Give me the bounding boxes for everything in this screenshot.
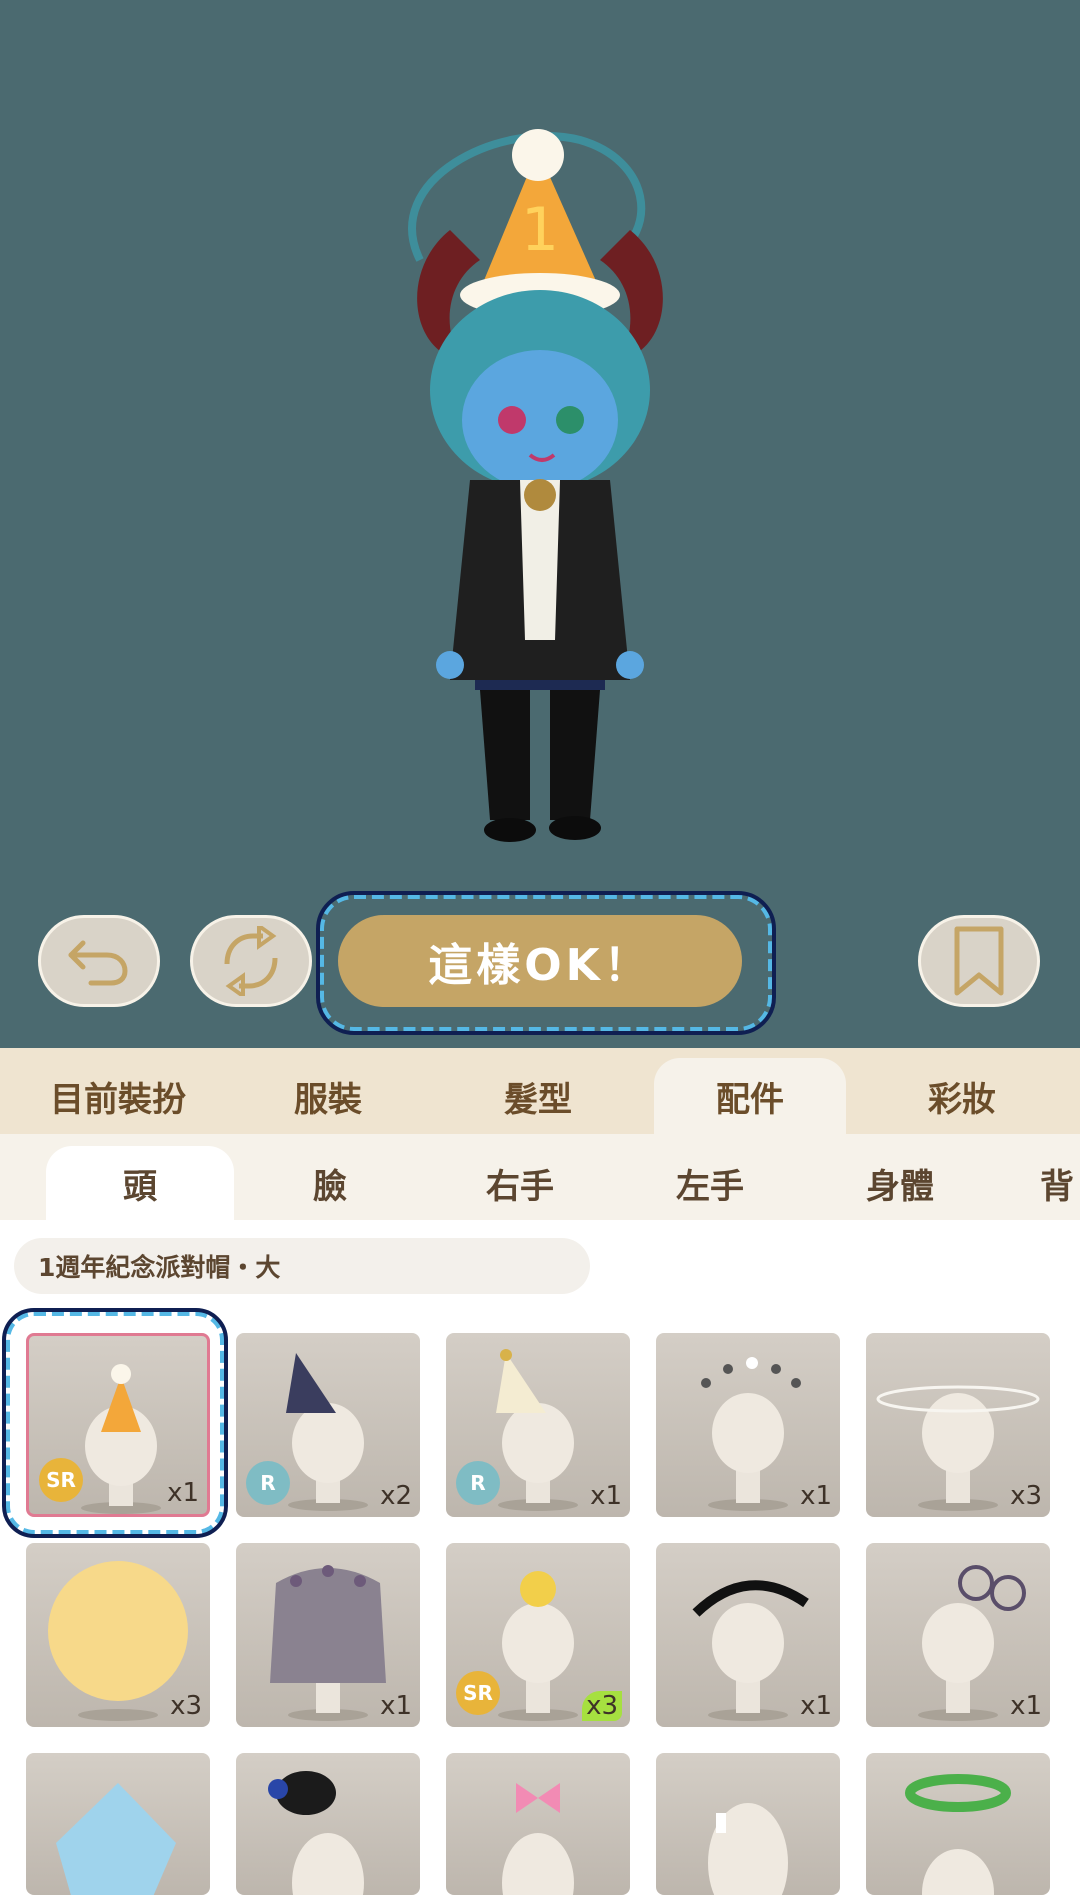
item-cell[interactable]: x1: [656, 1333, 840, 1517]
undo-button[interactable]: [38, 915, 160, 1007]
item-quantity: x3: [1010, 1481, 1042, 1511]
item-cell[interactable]: x3: [866, 1333, 1050, 1517]
subtab-back[interactable]: 背: [1040, 1146, 1080, 1220]
item-cell[interactable]: [656, 1753, 840, 1895]
subtab-face[interactable]: 臉: [236, 1146, 424, 1220]
pink-bow-item-icon: [502, 1783, 574, 1895]
item-cell[interactable]: x1: [236, 1543, 420, 1727]
subtab-left-hand[interactable]: 左手: [616, 1146, 804, 1220]
subtab-head[interactable]: 頭: [46, 1146, 234, 1220]
tab-clothing[interactable]: 服裝: [232, 1058, 424, 1134]
item-cell[interactable]: SR x3: [446, 1543, 630, 1727]
selected-item-name: 1週年紀念派對帽・大: [14, 1238, 590, 1294]
item-cell[interactable]: x1: [656, 1543, 840, 1727]
item-quantity: x1: [800, 1481, 832, 1511]
hairpin-item-icon: [708, 1803, 788, 1895]
item-quantity: x1: [167, 1478, 199, 1508]
bookmark-icon: [954, 926, 1004, 996]
item-cell[interactable]: [26, 1753, 210, 1895]
item-cell[interactable]: [446, 1753, 630, 1895]
leaf-wreath-item-icon: [905, 1774, 1011, 1895]
item-quantity: x1: [800, 1691, 832, 1721]
item-cell[interactable]: x1: [866, 1543, 1050, 1727]
avatar-character: 1: [408, 129, 663, 842]
rotate-button[interactable]: [190, 915, 312, 1007]
item-cell[interactable]: SR x1: [26, 1333, 210, 1517]
item-cell[interactable]: R x2: [236, 1333, 420, 1517]
bookmark-button[interactable]: [918, 915, 1040, 1007]
item-quantity: x3: [582, 1691, 622, 1721]
tab-current-outfit[interactable]: 目前裝扮: [22, 1058, 214, 1134]
tab-makeup[interactable]: 彩妝: [866, 1058, 1058, 1134]
undo-arrow-icon: [68, 940, 128, 986]
tab-hairstyle[interactable]: 髮型: [442, 1058, 634, 1134]
item-cell[interactable]: [866, 1753, 1050, 1895]
ice-crystal-item-icon: [56, 1783, 176, 1895]
rarity-badge: SR: [456, 1671, 500, 1715]
svg-text:1: 1: [521, 195, 559, 265]
tab-accessories[interactable]: 配件: [654, 1058, 846, 1134]
mini-hat-item-icon: [268, 1771, 364, 1895]
sub-tab-bar: 頭 臉 右手 左手 身體 背: [0, 1134, 1080, 1220]
item-quantity: x1: [380, 1691, 412, 1721]
rotate-icon: [224, 926, 278, 996]
subtab-body[interactable]: 身體: [806, 1146, 994, 1220]
item-cell[interactable]: x3: [26, 1543, 210, 1727]
category-tab-bar: 目前裝扮 服裝 髮型 配件 彩妝: [0, 1048, 1080, 1134]
item-cell[interactable]: [236, 1753, 420, 1895]
avatar-stage: 1 這樣OK！: [0, 0, 1080, 1048]
item-quantity: x1: [590, 1481, 622, 1511]
item-quantity: x1: [1010, 1691, 1042, 1721]
item-cell[interactable]: R x1: [446, 1333, 630, 1517]
rarity-badge: R: [456, 1461, 500, 1505]
item-quantity: x2: [380, 1481, 412, 1511]
item-quantity: x3: [170, 1691, 202, 1721]
confirm-ok-button[interactable]: 這樣OK！: [338, 915, 742, 1007]
rarity-badge: R: [246, 1461, 290, 1505]
rarity-badge: SR: [39, 1458, 83, 1502]
subtab-right-hand[interactable]: 右手: [426, 1146, 614, 1220]
